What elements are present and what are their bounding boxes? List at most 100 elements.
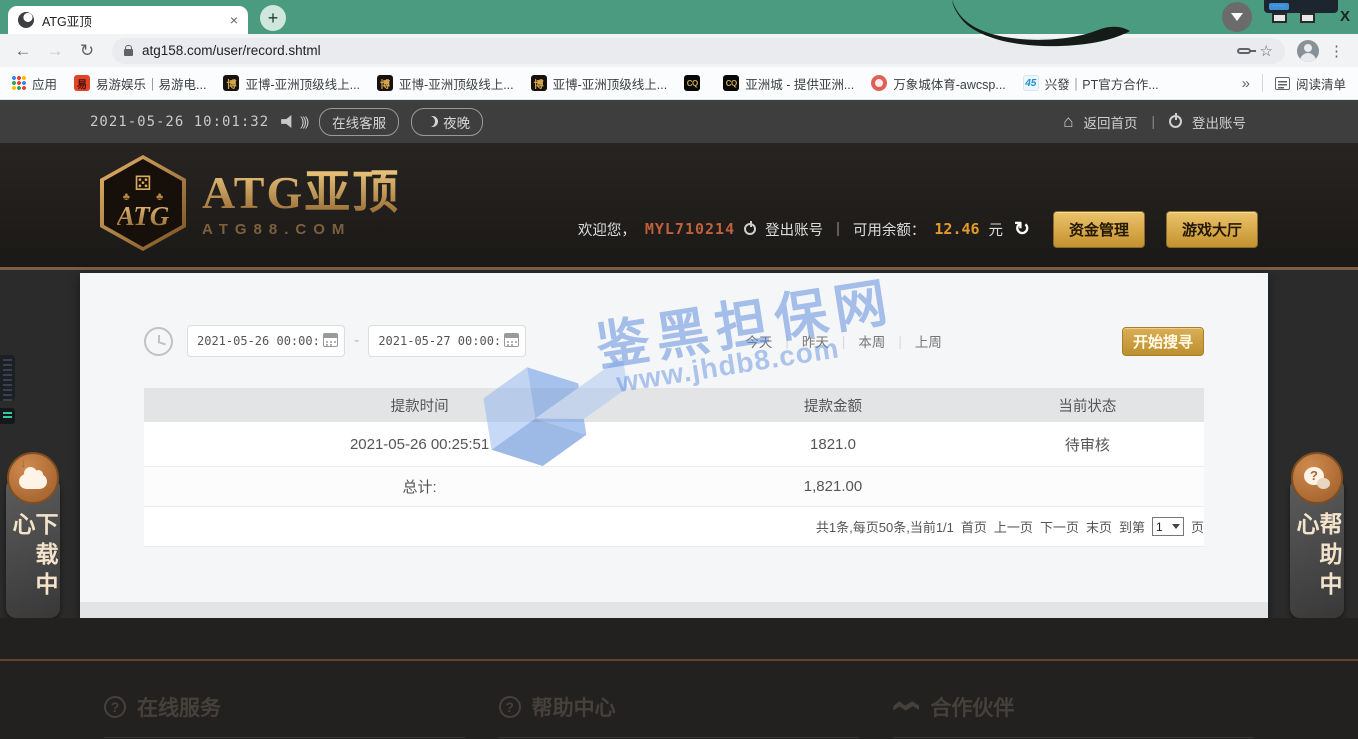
table-header-row: 提款时间 提款金额 当前状态 — [144, 388, 1204, 422]
total-label: 总计: — [144, 476, 695, 497]
page-select-value: 1 — [1156, 520, 1163, 534]
site-footer: ? 在线服务 ? 帮助中心 合作伙伴 — [0, 618, 1358, 739]
prev-page-link[interactable]: 上一页 — [994, 517, 1033, 536]
first-page-link[interactable]: 首页 — [961, 517, 987, 536]
browser-menu-icon[interactable]: ⋮ — [1329, 42, 1344, 60]
quick-yesterday-link[interactable]: 昨天 — [789, 331, 842, 351]
logout-link[interactable]: 登出账号 — [1192, 112, 1246, 132]
bookmark-star-icon[interactable]: ☆ — [1260, 42, 1273, 60]
table-total-row: 总计: 1,821.00 — [144, 467, 1204, 507]
balance-unit: 元 — [989, 219, 1004, 240]
apps-shortcut[interactable]: 应用 — [12, 74, 57, 93]
logo-domain: ATG88.COM — [202, 221, 400, 238]
recorder-minimize-button[interactable] — [1272, 13, 1287, 23]
recorder-restore-button[interactable] — [1300, 13, 1315, 23]
bookmark-item[interactable]: 易易游娱乐｜易游电... — [74, 74, 206, 93]
bookmark-item[interactable]: 博亚博-亚洲顶级线上... — [223, 74, 360, 93]
download-indicator-button[interactable] — [1222, 2, 1252, 32]
col-header-status: 当前状态 — [971, 395, 1204, 416]
logo-hex-inner: ⚄ ♣♣ ATG — [104, 159, 182, 247]
new-tab-button[interactable]: + — [260, 5, 286, 31]
bookmark-item[interactable]: CQ — [684, 75, 706, 91]
download-center-label: 下载中心 — [10, 512, 56, 618]
yiyou-favicon-icon: 易 — [74, 75, 90, 91]
password-key-icon[interactable] — [1237, 48, 1251, 54]
bookmarks-overflow-button[interactable]: » — [1242, 75, 1250, 92]
site-logo[interactable]: ⚄ ♣♣ ATG ATG亚顶 ATG88.COM — [100, 155, 400, 251]
cloud-shape — [19, 474, 47, 489]
clubs-icon: ♣♣ — [123, 194, 189, 201]
moon-icon — [424, 116, 435, 127]
help-center-label: 帮助中心 — [1294, 512, 1340, 618]
bo-favicon-icon: 博 — [223, 75, 239, 91]
bookmark-item[interactable]: 45兴發｜PT官方合作... — [1023, 74, 1159, 93]
server-datetime: 2021-05-26 10:01:32 — [90, 114, 269, 130]
quick-thisweek-link[interactable]: 本周 — [845, 331, 898, 351]
bookmarks-bar: 应用 易易游娱乐｜易游电... 博亚博-亚洲顶级线上... 博亚博-亚洲顶级线上… — [0, 67, 1358, 100]
url-text[interactable]: atg158.com/user/record.shtml — [142, 43, 1228, 58]
reading-list-button[interactable]: 阅读清单 — [1275, 74, 1346, 93]
logo-hex-badge: ⚄ ♣♣ ATG — [100, 155, 186, 251]
help-center-fab[interactable]: ? 帮助中心 — [1288, 452, 1346, 618]
goto-prefix: 到第 — [1119, 517, 1145, 536]
cell-status: 待审核 — [971, 434, 1204, 455]
quick-lastweek-link[interactable]: 上周 — [902, 331, 955, 351]
date-end-wrap — [368, 325, 526, 357]
bookmark-item[interactable]: CQ亚洲城 - 提供亚洲... — [723, 74, 854, 93]
footer-columns: ? 在线服务 ? 帮助中心 合作伙伴 — [104, 692, 1254, 738]
page-select[interactable]: 1 — [1152, 517, 1184, 536]
site-favicon-icon — [18, 12, 34, 28]
logo-title: ATG亚顶 — [202, 168, 400, 219]
lock-icon[interactable] — [124, 49, 133, 56]
power-icon — [1169, 115, 1182, 128]
range-separator: - — [354, 332, 359, 350]
download-center-fab[interactable]: ↓ 下载中心 — [4, 452, 62, 618]
cloud-download-icon[interactable]: ↓ — [7, 452, 59, 504]
funds-management-button[interactable]: 资金管理 — [1053, 211, 1145, 248]
back-home-link[interactable]: 返回首页 — [1083, 112, 1137, 132]
bo-favicon-icon: 博 — [531, 75, 547, 91]
calendar-icon[interactable] — [504, 333, 519, 347]
date-end-input[interactable] — [368, 325, 526, 357]
site-utility-bar: 2021-05-26 10:01:32 ))) 在线客服 夜晚 ⌂ 返回首页 |… — [0, 100, 1358, 143]
quick-today-link[interactable]: 今天 — [732, 331, 785, 351]
chat-question-icon[interactable]: ? — [1291, 452, 1343, 504]
browser-tab[interactable]: ATG亚顶 × — [8, 6, 248, 34]
footer-online-service: ? 在线服务 — [104, 692, 465, 738]
side-menu-widget[interactable] — [0, 408, 15, 424]
date-start-input[interactable] — [187, 325, 345, 357]
bookmark-item[interactable]: 博亚博-亚洲顶级线上... — [531, 74, 668, 93]
profile-avatar[interactable] — [1297, 40, 1319, 62]
calendar-icon[interactable] — [323, 333, 338, 347]
reload-button[interactable]: ↻ — [74, 41, 100, 61]
bookmark-item[interactable]: 万象城体育-awcsp... — [871, 74, 1006, 93]
divider — [1262, 74, 1263, 92]
logout-link[interactable]: 登出账号 — [765, 219, 823, 240]
recorder-close-icon[interactable]: X — [1340, 8, 1350, 25]
date-start-wrap — [187, 325, 345, 357]
power-icon — [744, 223, 756, 235]
refresh-balance-icon[interactable]: ↻ — [1014, 218, 1030, 241]
bookmark-item[interactable]: 博亚博-亚洲顶级线上... — [377, 74, 514, 93]
apps-grid-icon — [12, 76, 26, 90]
tab-close-icon[interactable]: × — [230, 13, 238, 27]
chevron-down-icon — [1172, 524, 1180, 529]
cell-time: 2021-05-26 00:25:51 — [144, 436, 695, 453]
game-lobby-button[interactable]: 游戏大厅 — [1166, 211, 1258, 248]
arrow-down-icon — [1231, 13, 1243, 21]
footer-heading: 在线服务 — [137, 692, 221, 722]
address-bar[interactable]: atg158.com/user/record.shtml ☆ — [112, 38, 1285, 64]
last-page-link[interactable]: 末页 — [1086, 517, 1112, 536]
back-button[interactable]: ← — [10, 41, 36, 61]
recorder-overlay: ···· — [1264, 0, 1338, 13]
tab-title: ATG亚顶 — [42, 11, 92, 30]
xingfa-favicon-icon: 45 — [1023, 75, 1039, 91]
night-mode-toggle[interactable]: 夜晚 — [411, 108, 483, 136]
arrow-down-icon: ↓ — [20, 455, 27, 470]
online-service-button[interactable]: 在线客服 — [319, 108, 399, 136]
account-bar: 欢迎您， MYL710214 登出账号 | 可用余额： 12.46 元 ↻ 资金… — [578, 213, 1258, 245]
side-slider-widget[interactable] — [0, 355, 15, 401]
search-button[interactable]: 开始搜寻 — [1122, 327, 1204, 356]
col-header-amount: 提款金额 — [695, 395, 971, 416]
next-page-link[interactable]: 下一页 — [1040, 517, 1079, 536]
